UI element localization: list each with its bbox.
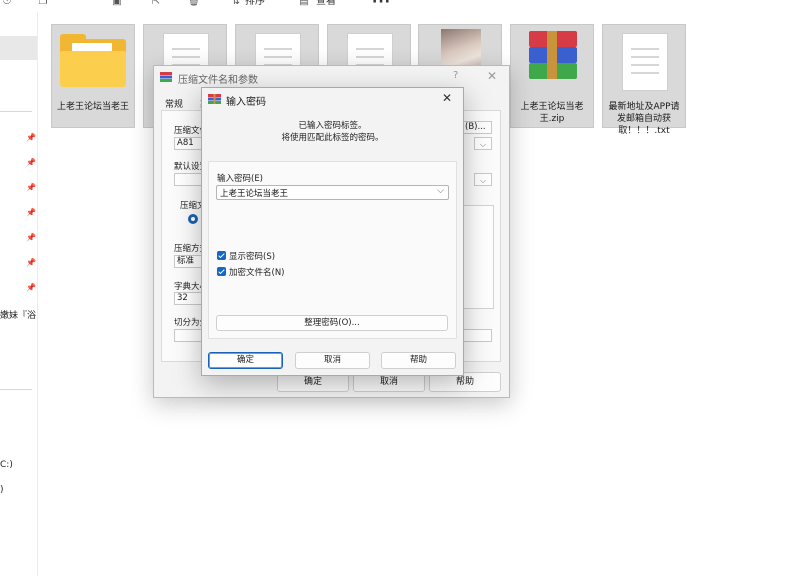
file-tile-folder[interactable]: 上老王论坛当老王 [51,24,135,128]
pin-icon: 📌 [26,133,36,142]
pin-icon: 📌 [26,158,36,167]
help-button[interactable]: 帮助 [381,352,456,369]
nav-item-label[interactable]: C:) [0,460,13,470]
window-title: 压缩文件名和参数 [178,75,258,86]
chevron-down-icon[interactable]: ⌵ [437,186,444,196]
nav-item-label[interactable]: 嫩妹『浴 [0,308,36,321]
options-box [462,205,494,309]
nav-divider [0,111,32,112]
close-icon[interactable]: ✕ [487,69,497,83]
explorer-toolbar: ⎋ ❐ ▣ ⇱ 🗑 ⇅ 排序 ▤ 查看 ··· [0,0,800,12]
update-mode-dropdown[interactable]: ⌵ [474,173,492,186]
ok-button[interactable]: 确定 [208,352,283,369]
show-password-label[interactable]: 显示密码(S) [229,250,275,262]
dialog-message-line1: 已输入密码标签。 [298,121,367,131]
nav-item-label[interactable]: ) [0,485,4,495]
copy-icon[interactable]: ❐ [36,0,50,8]
organize-passwords-button[interactable]: 整理密码(O)... [216,315,448,331]
file-name: 上老王论坛当老王.zip [520,102,584,124]
format-radio[interactable] [188,214,198,224]
pin-icon: 📌 [26,183,36,192]
file-name: 上老王论坛当老王 [56,102,129,112]
dialog-title: 输入密码 [226,97,266,108]
encrypt-filenames-label[interactable]: 加密文件名(N) [229,266,285,278]
password-label: 输入密码(E) [217,174,264,184]
split-unit-dropdown[interactable] [462,329,492,342]
winrar-icon [160,72,172,82]
dialog-message-line2: 将使用匹配此标签的密码。 [281,133,384,143]
browse-button[interactable]: (B)... [462,121,492,134]
nav-selected-item[interactable] [0,36,37,60]
file-tile-archive[interactable]: 上老王论坛当老王.zip [510,24,594,128]
chevron-down-icon: ⌵ [480,176,487,185]
paste-icon[interactable]: ▣ [110,0,124,8]
file-tile-text[interactable]: 最新地址及APP请发邮箱自动获取！！！.txt [602,24,686,136]
pin-icon: 📌 [26,258,36,267]
pin-icon: 📌 [26,208,36,217]
password-combobox[interactable]: 上老王论坛当老王 ⌵ [216,185,449,200]
sort-label[interactable]: 排序 [245,0,265,8]
pin-icon: 📌 [26,283,36,292]
sort-icon[interactable]: ⇅ [229,0,243,8]
view-icon[interactable]: ▤ [297,0,311,8]
view-label[interactable]: 查看 [316,0,336,8]
navigation-pane: 📌 📌 📌 📌 📌 📌 📌 嫩妹『浴 C:) ) [0,12,38,576]
chevron-down-icon: ⌵ [480,140,487,149]
export-icon[interactable]: ⇱ [149,0,163,8]
winrar-icon [208,94,221,104]
close-icon[interactable]: ✕ [442,91,452,105]
cancel-button[interactable]: 取消 [295,352,370,369]
share-icon[interactable]: ⎋ [0,0,14,8]
pin-icon: 📌 [26,233,36,242]
password-dialog: 输入密码 ✕ 已输入密码标签。 将使用匹配此标签的密码。 输入密码(E) 上老王… [201,87,464,376]
show-password-checkbox[interactable] [217,251,226,260]
more-options-button[interactable]: ··· [372,0,391,10]
delete-icon[interactable]: 🗑 [187,0,201,8]
encrypt-filenames-checkbox[interactable] [217,267,226,276]
file-name: 最新地址及APP请发邮箱自动获取！！！.txt [608,102,680,136]
text-file-icon [622,33,668,91]
tab-general[interactable]: 常规 [165,97,183,110]
dialog-titlebar[interactable]: 输入密码 ✕ [202,88,463,110]
password-value: 上老王论坛当老王 [220,189,289,199]
help-icon[interactable]: ? [453,70,458,81]
nav-divider [0,389,32,390]
archive-name-dropdown[interactable]: ⌵ [474,137,492,150]
